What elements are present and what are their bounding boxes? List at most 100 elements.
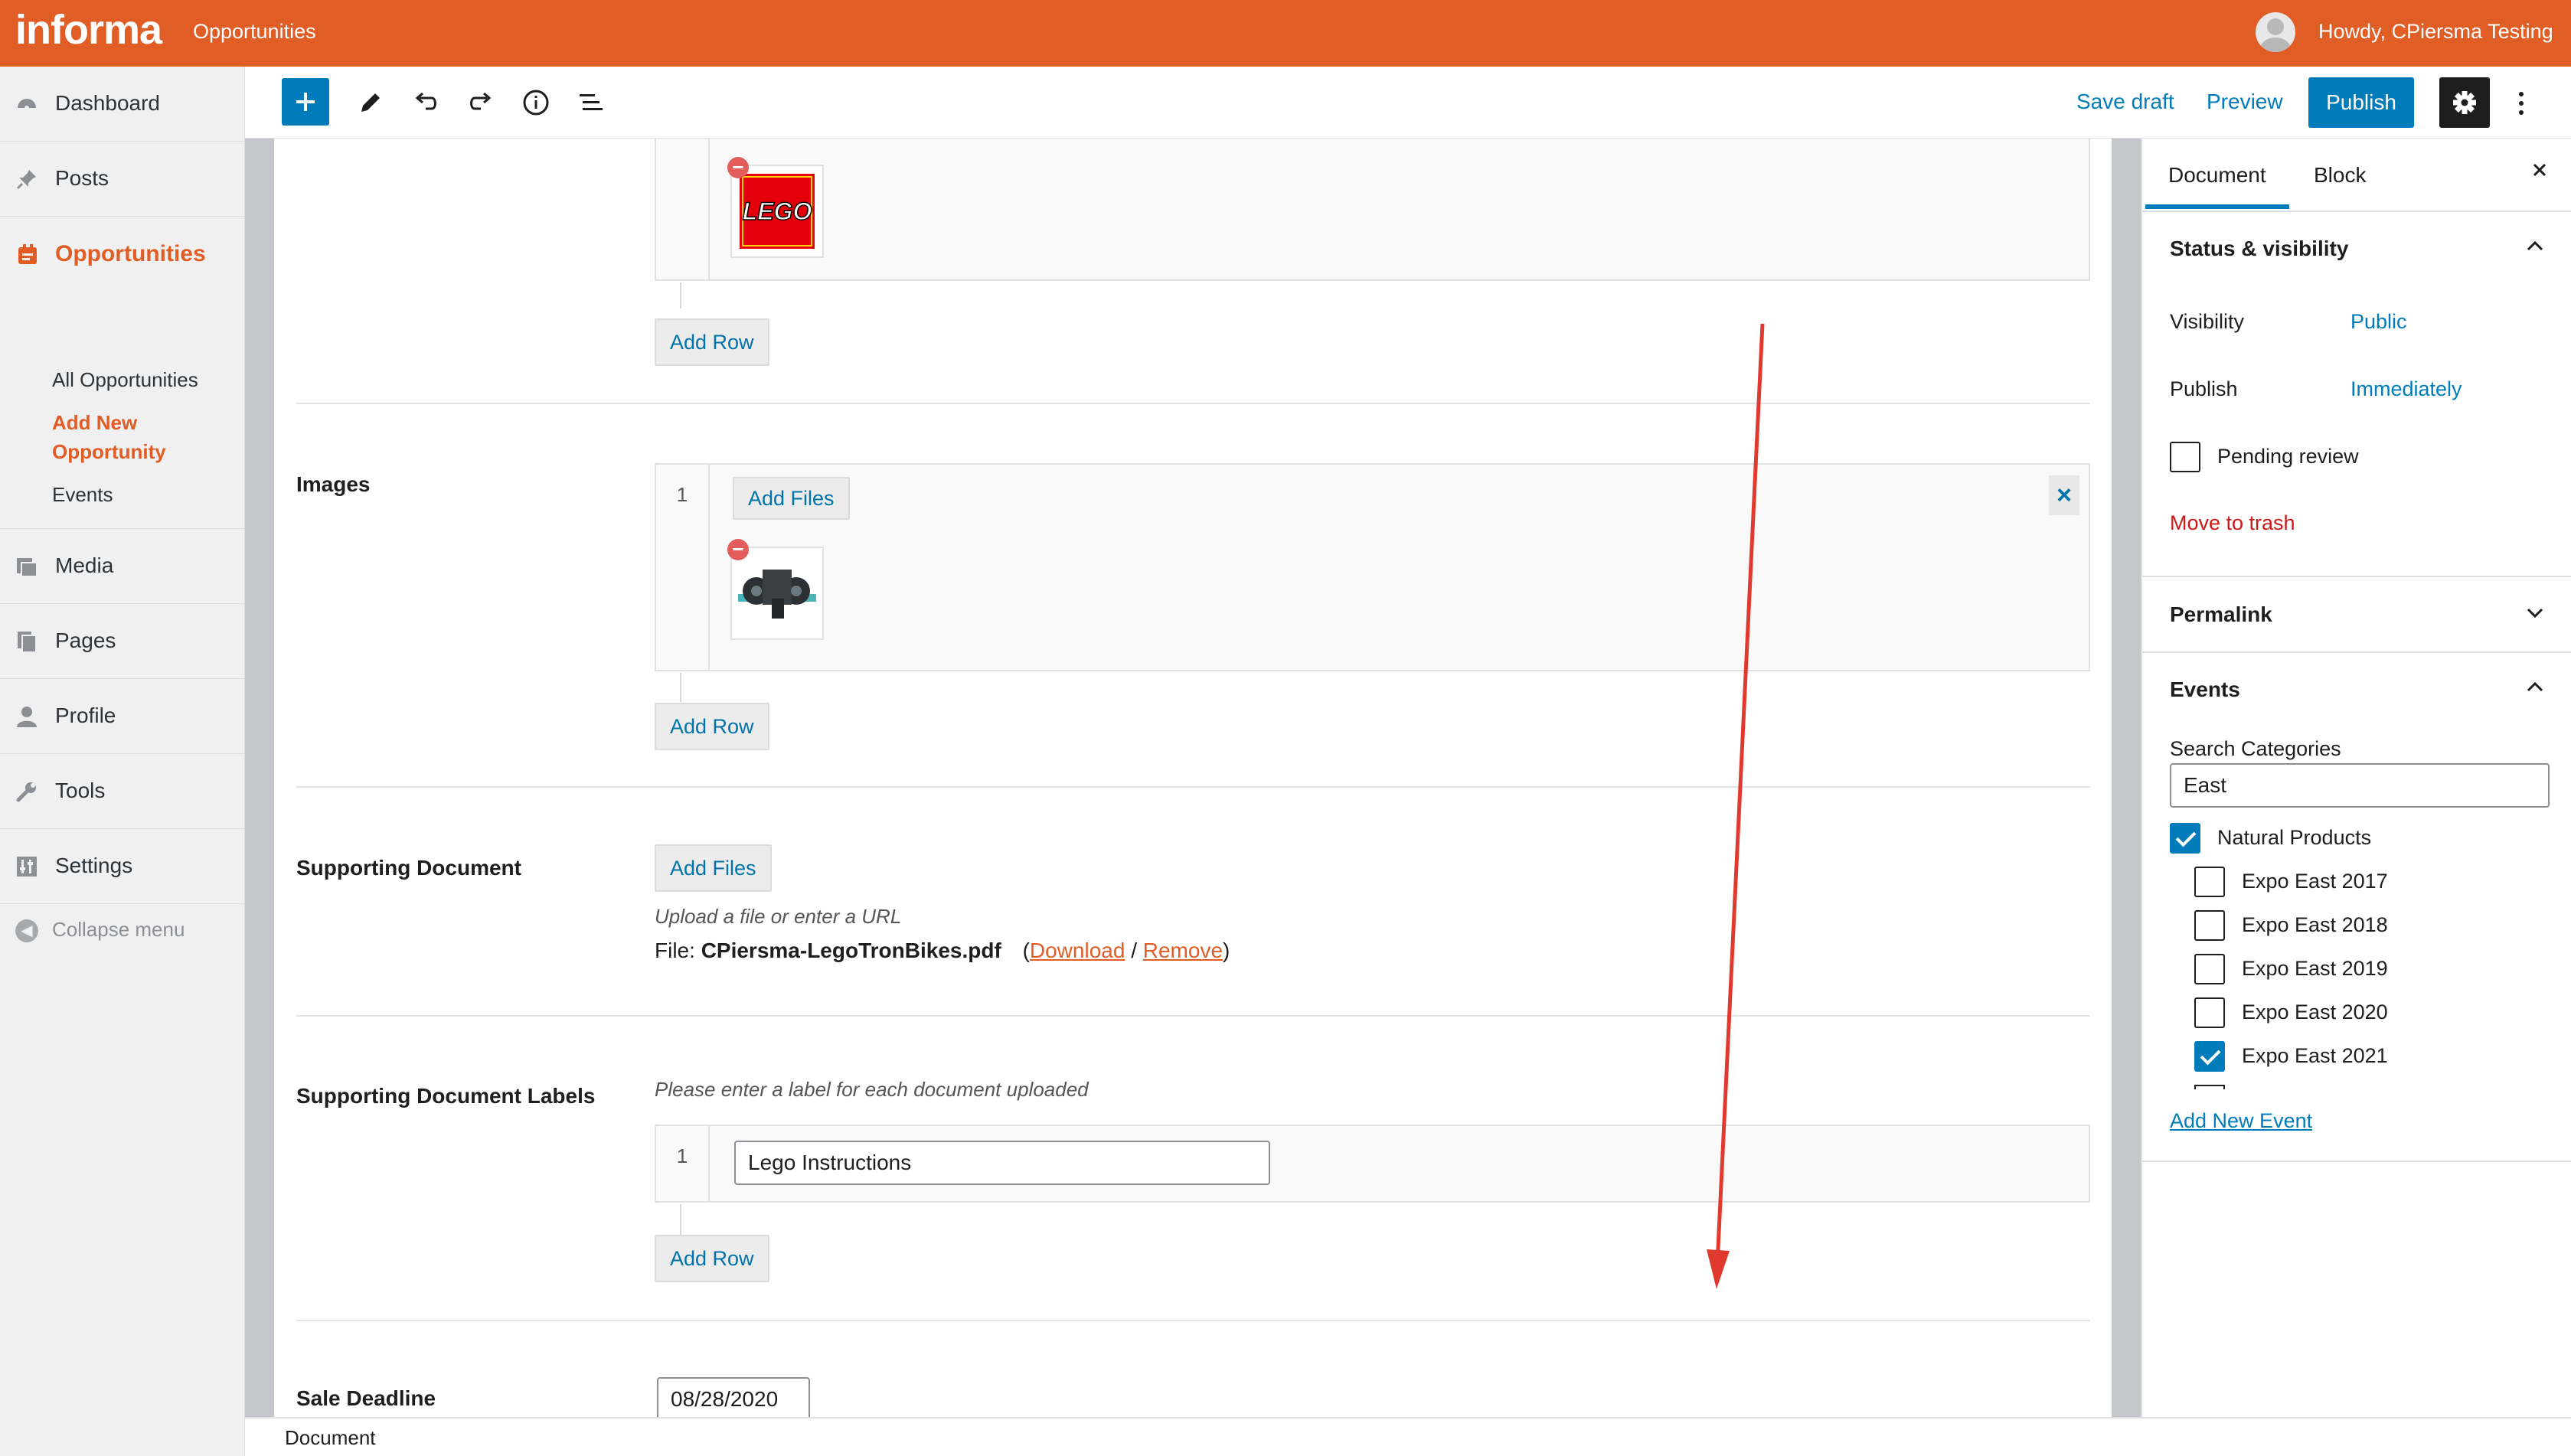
- chevron-up-icon[interactable]: [2524, 676, 2546, 699]
- details-button[interactable]: [519, 86, 553, 119]
- move-to-trash-button[interactable]: Move to trash: [2170, 511, 2295, 535]
- visibility-label: Visibility: [2170, 310, 2245, 333]
- collapse-label: Collapse menu: [52, 918, 185, 941]
- block-navigation-button[interactable]: [574, 86, 608, 119]
- sidebar-item-media[interactable]: Media: [0, 529, 245, 604]
- search-categories-input[interactable]: [2170, 763, 2550, 808]
- status-visibility-title[interactable]: Status & visibility: [2170, 237, 2348, 261]
- category-checkbox-expo-east-2021[interactable]: [2194, 1041, 2225, 1072]
- row-number-cell: 1: [656, 1126, 710, 1201]
- search-categories-label: Search Categories: [2170, 737, 2341, 760]
- file-info: File: CPiersma-LegoTronBikes.pdf (Downlo…: [655, 939, 1230, 962]
- field-separator: [296, 1320, 2090, 1321]
- category-checkbox-natural-products[interactable]: [2170, 823, 2200, 854]
- field-separator: [296, 786, 2090, 788]
- category-label: Expo East 2018: [2242, 913, 2388, 936]
- remove-row-button[interactable]: ×: [2049, 475, 2079, 515]
- sidebar-item-label: Opportunities: [55, 241, 206, 266]
- settings-toggle-button[interactable]: [2439, 77, 2490, 128]
- breadcrumb[interactable]: Document: [285, 1426, 376, 1450]
- sidebar-item-label: Dashboard: [55, 91, 160, 115]
- media-icon: [15, 555, 38, 578]
- sidebar-item-label: Media: [55, 553, 114, 577]
- add-row-button[interactable]: Add Row: [655, 703, 769, 750]
- sidebar-item-pages[interactable]: Pages: [0, 604, 245, 679]
- wrench-icon: [15, 780, 38, 803]
- visibility-value[interactable]: Public: [2350, 310, 2407, 334]
- sidebar-item-profile[interactable]: Profile: [0, 679, 245, 754]
- events-title[interactable]: Events: [2170, 677, 2240, 702]
- tab-document[interactable]: Document: [2145, 163, 2289, 209]
- redo-button[interactable]: [464, 86, 498, 119]
- pages-icon: [15, 630, 38, 653]
- chevron-down-icon[interactable]: [2524, 601, 2546, 624]
- supporting-document-add-files-button[interactable]: Add Files: [655, 844, 772, 892]
- sidebar-item-posts[interactable]: Posts: [0, 142, 245, 217]
- site-logo[interactable]: informa: [15, 6, 162, 54]
- publish-button[interactable]: Publish: [2308, 77, 2414, 128]
- category-label: Expo East 2021: [2242, 1044, 2388, 1067]
- category-checkbox-expo-east-2019[interactable]: [2194, 954, 2225, 984]
- supporting-document-label: Supporting Document: [296, 856, 521, 880]
- sale-deadline-label: Sale Deadline: [296, 1386, 436, 1410]
- user-icon: [15, 705, 38, 728]
- panel-separator: [2142, 651, 2571, 653]
- submenu-all-opportunities[interactable]: All Opportunities: [52, 368, 198, 392]
- permalink-title[interactable]: Permalink: [2170, 602, 2272, 627]
- submenu-add-new-opportunity[interactable]: Add New Opportunity: [52, 408, 166, 466]
- images-label: Images: [296, 472, 371, 496]
- chevron-up-icon[interactable]: [2524, 235, 2546, 258]
- undo-button[interactable]: [409, 86, 443, 119]
- pending-review-label: Pending review: [2217, 445, 2359, 468]
- remove-image-icon[interactable]: −: [727, 157, 749, 178]
- category-checkbox-expo-east-2017[interactable]: [2194, 867, 2225, 897]
- tab-block[interactable]: Block: [2314, 163, 2366, 188]
- pending-review-checkbox[interactable]: [2170, 442, 2200, 472]
- sidebar-item-dashboard[interactable]: Dashboard: [0, 67, 245, 142]
- add-new-event-link[interactable]: Add New Event: [2170, 1109, 2312, 1133]
- add-row-button[interactable]: Add Row: [655, 1235, 769, 1282]
- category-checkbox-expo-east-2018[interactable]: [2194, 910, 2225, 941]
- sale-deadline-input[interactable]: [657, 1377, 810, 1417]
- close-settings-button[interactable]: [2528, 158, 2551, 188]
- site-name-link[interactable]: Opportunities: [193, 20, 316, 44]
- undo-icon: [415, 92, 436, 110]
- tools-button[interactable]: [354, 86, 387, 119]
- lego-logo-text: LEGO: [743, 198, 812, 225]
- submenu-events[interactable]: Events: [52, 483, 113, 507]
- document-label-input[interactable]: [734, 1141, 1270, 1185]
- more-options-button[interactable]: [2510, 80, 2533, 126]
- images-repeater-table: 1: [655, 463, 2090, 671]
- save-draft-button[interactable]: Save draft: [2076, 90, 2174, 114]
- images-add-files-button[interactable]: Add Files: [733, 477, 850, 520]
- admin-bar: informa Opportunities Howdy, CPiersma Te…: [0, 0, 2571, 67]
- add-row-button[interactable]: Add Row: [655, 318, 769, 366]
- row-number-cell: [656, 139, 710, 279]
- sidebar-item-label: Settings: [55, 854, 133, 877]
- category-checkbox-expo-east-2020[interactable]: [2194, 997, 2225, 1028]
- download-link[interactable]: Download: [1030, 939, 1125, 962]
- sidebar-item-opportunities[interactable]: Opportunities: [0, 217, 245, 292]
- submenu-label-line: Opportunity: [52, 440, 166, 463]
- redo-icon: [470, 92, 492, 110]
- remove-image-icon[interactable]: −: [727, 539, 749, 560]
- publish-label: Publish: [2170, 377, 2238, 400]
- lego-logo-image: LEGO: [740, 174, 815, 249]
- sidebar-item-tools[interactable]: Tools: [0, 754, 245, 829]
- account-greeting[interactable]: Howdy, CPiersma Testing: [2318, 20, 2553, 44]
- info-icon: [523, 90, 549, 116]
- category-label: Expo East 2017: [2242, 870, 2388, 893]
- preview-button[interactable]: Preview: [2207, 90, 2283, 114]
- editor-gutter: [245, 139, 274, 1417]
- collapse-menu-button[interactable]: ◀ Collapse menu: [15, 918, 185, 943]
- logo-thumbnail: LEGO: [730, 165, 824, 258]
- category-label: Natural Products: [2217, 826, 2372, 849]
- remove-link[interactable]: Remove: [1143, 939, 1223, 962]
- publish-value[interactable]: Immediately: [2350, 377, 2462, 401]
- file-name: CPiersma-LegoTronBikes.pdf: [701, 939, 1001, 962]
- sidebar-item-settings[interactable]: Settings: [0, 829, 245, 904]
- add-block-button[interactable]: [282, 78, 329, 126]
- row-number-cell: 1: [656, 465, 710, 670]
- avatar[interactable]: [2256, 12, 2295, 52]
- editor-toolbar: Save draft Preview Publish: [245, 67, 2571, 139]
